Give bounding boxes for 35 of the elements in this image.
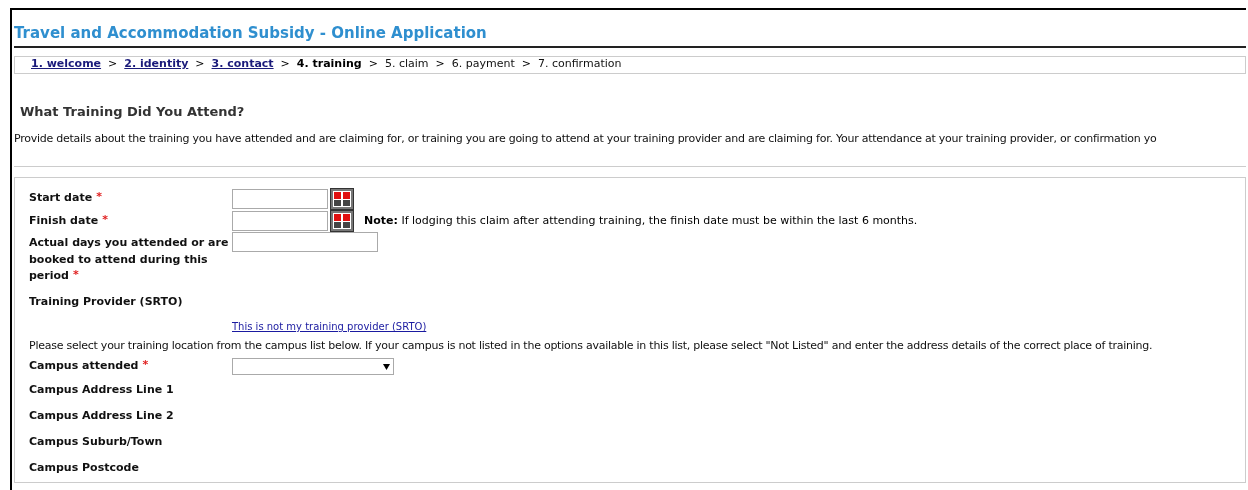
breadcrumb-separator: > [108, 56, 118, 73]
campus-instructions: Please select your training location from the campus list below. If your campus is not listed in the options available in this list, please select "Not Listed" and enter the address details of the correct place of training. [29, 337, 1154, 354]
page-title: Travel and Accommodation Subsidy - Online Application [14, 23, 488, 44]
field-label: Finish date * [29, 213, 108, 227]
breadcrumb-separator: > [368, 56, 378, 73]
field-label: Training Provider (SRTO) [29, 294, 183, 308]
field-label: Actual days you attended or are booked to attend during this period * [29, 236, 229, 283]
date-field[interactable] [232, 211, 328, 232]
date-field[interactable] [232, 188, 328, 209]
field-label: Campus Address Line 1 [29, 382, 174, 396]
field-label: Start date * [29, 191, 102, 205]
note-text: Note: If lodging this claim after attending training, the finish date must be within the last 6 months. [364, 212, 918, 229]
campus-dropdown[interactable] [232, 358, 394, 376]
breadcrumb-separator: > [280, 56, 290, 73]
dropdown-arrow-icon [383, 363, 390, 370]
breadcrumb-step: 5. claim [384, 56, 429, 73]
field-label: Campus Address Line 2 [29, 408, 174, 422]
provider-link[interactable]: This is not my training provider (SRTO) [232, 318, 427, 334]
calendar-icon[interactable] [330, 210, 354, 233]
breadcrumb-separator: > [195, 56, 205, 73]
breadcrumb-link[interactable]: 3. contact [211, 56, 274, 73]
breadcrumb-link[interactable]: 2. identity [124, 56, 189, 73]
breadcrumb-current: 4. training [296, 56, 362, 73]
field-label: Campus Suburb/Town [29, 435, 163, 448]
intro-text: Provide details about the training you have attended and are claiming for, or training you are going to attend at your training provider and are claiming for. Your attendance at your training provider, or confirmation yo [14, 131, 1158, 147]
field-label: Campus attended * [29, 359, 149, 373]
section-heading: What Training Did You Attend? [20, 102, 246, 121]
breadcrumb-step: 6. payment [451, 56, 515, 73]
calendar-icon[interactable] [330, 187, 354, 210]
days-field[interactable] [232, 232, 378, 253]
breadcrumb-step: 7. confirmation [537, 56, 622, 73]
breadcrumb-link[interactable]: 1. welcome [31, 56, 102, 73]
breadcrumb-separator: > [521, 56, 531, 73]
field-label: Campus Postcode [29, 461, 139, 475]
breadcrumb-separator: > [435, 56, 445, 73]
